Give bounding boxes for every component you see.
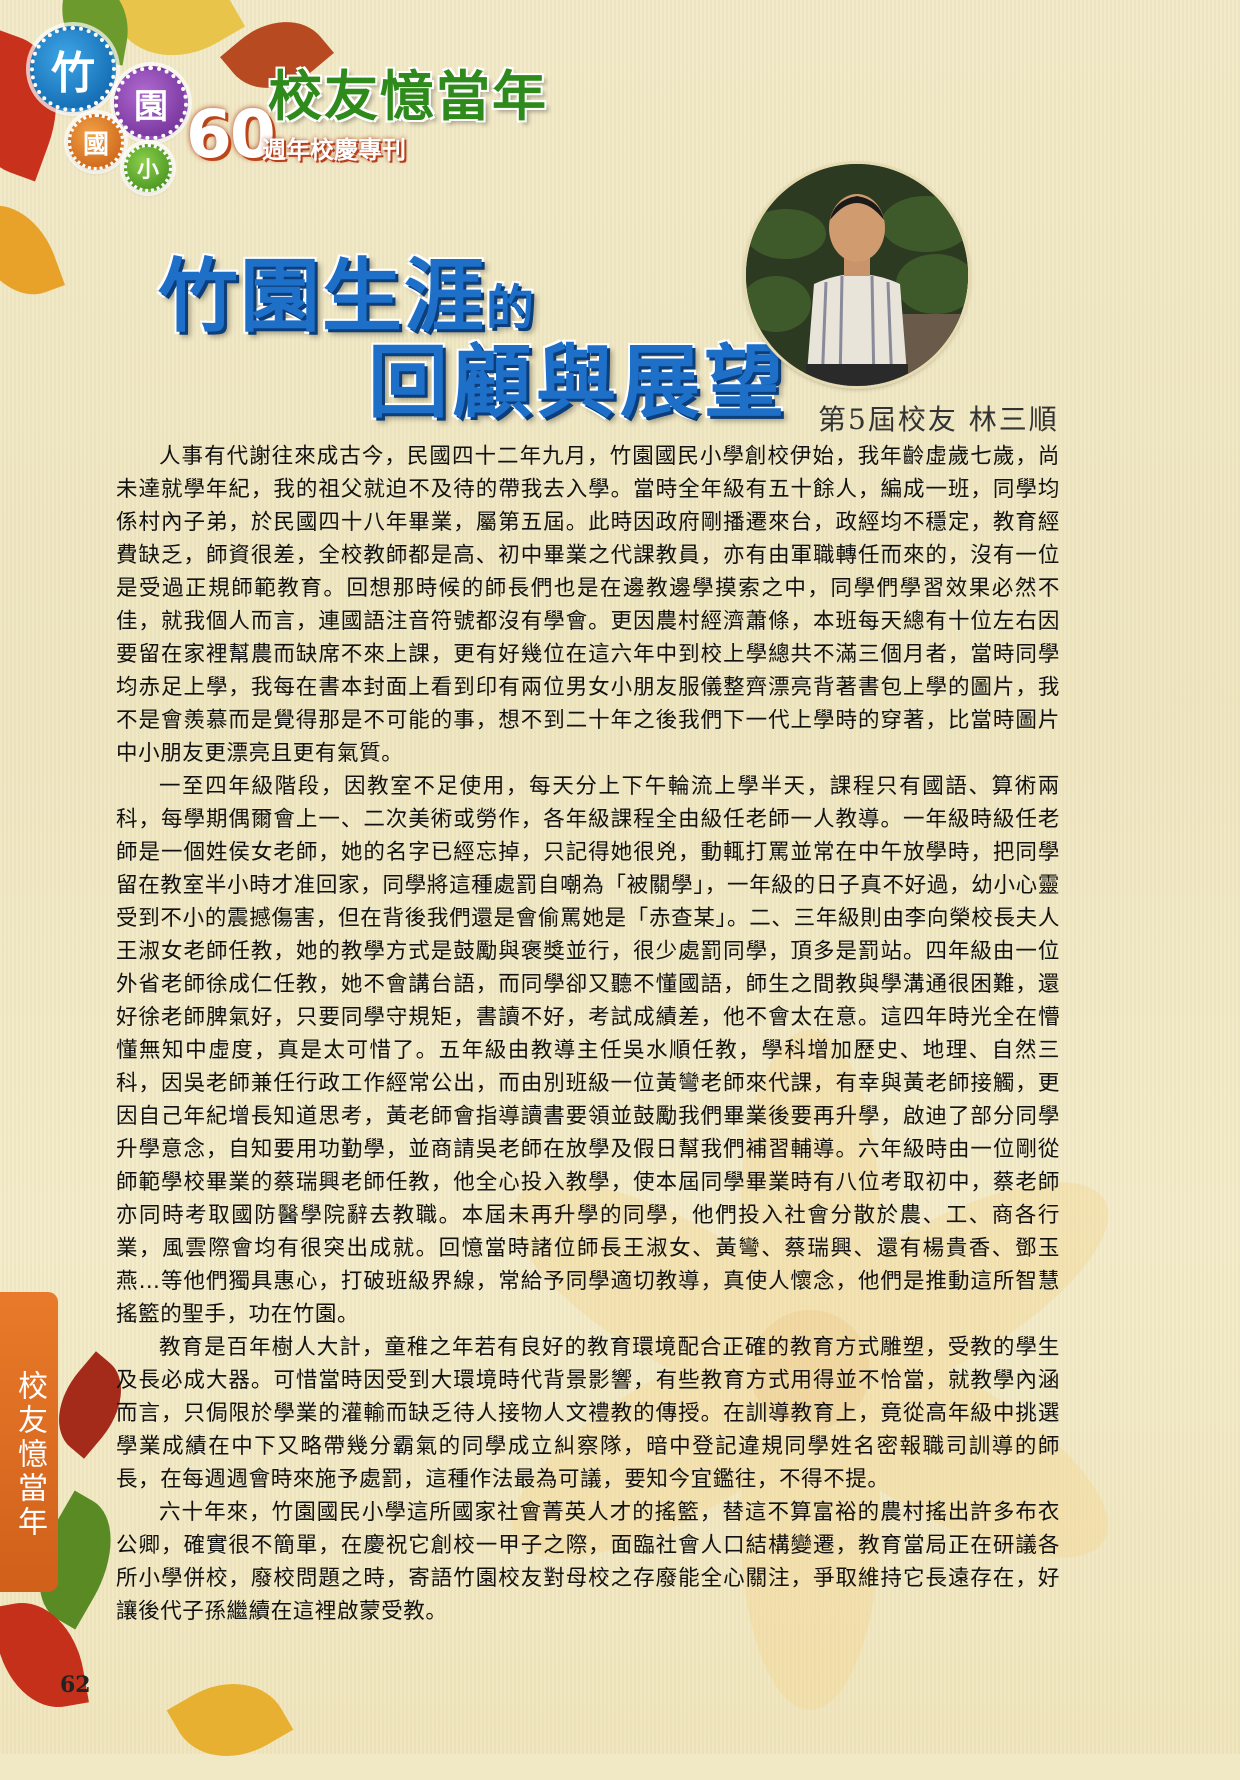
series-title: 校友憶當年 bbox=[268, 64, 548, 128]
article-paragraph: 人事有代謝往來成古今，民國四十二年九月，竹園國民小學創校伊始，我年齡虛歲七歲，尚… bbox=[116, 444, 1060, 766]
school-badge-xiao: 小 bbox=[124, 144, 172, 192]
school-badge-guo: 國 bbox=[68, 114, 124, 170]
page-number: 62 bbox=[60, 1672, 91, 1698]
section-side-tab: 校友憶當年 bbox=[0, 1292, 58, 1592]
article-paragraph: 一至四年級階段，因教室不足使用，每天分上下午輪流上學半天，課程只有國語、算術兩科… bbox=[116, 774, 1060, 1327]
article-paragraph: 教育是百年樹人大計，童稚之年若有良好的教育環境配合正確的教育方式雕塑，受教的學生… bbox=[116, 1335, 1060, 1492]
section-side-tab-label: 校友憶當年 bbox=[12, 1370, 47, 1540]
article-body: 人事有代謝往來成古今，民國四十二年九月，竹園國民小學創校伊始，我年齡虛歲七歲，尚… bbox=[116, 440, 1060, 1628]
author-byline: 第5屆校友 林三順 bbox=[818, 403, 1059, 436]
article-paragraph: 六十年來，竹園國民小學這所國家社會菁英人才的搖籃，替這不算富裕的農村搖出許多布衣… bbox=[116, 1500, 1060, 1624]
school-badge-yuan: 園 bbox=[114, 66, 188, 140]
anniversary-number: 60 bbox=[186, 96, 276, 173]
school-badge-zhu: 竹 bbox=[30, 26, 116, 112]
author-portrait bbox=[746, 164, 968, 386]
article-title-line2: 回顧與展望 bbox=[368, 335, 788, 429]
author-photo bbox=[746, 164, 968, 386]
anniversary-label: 週年校慶專刊 bbox=[262, 136, 406, 164]
